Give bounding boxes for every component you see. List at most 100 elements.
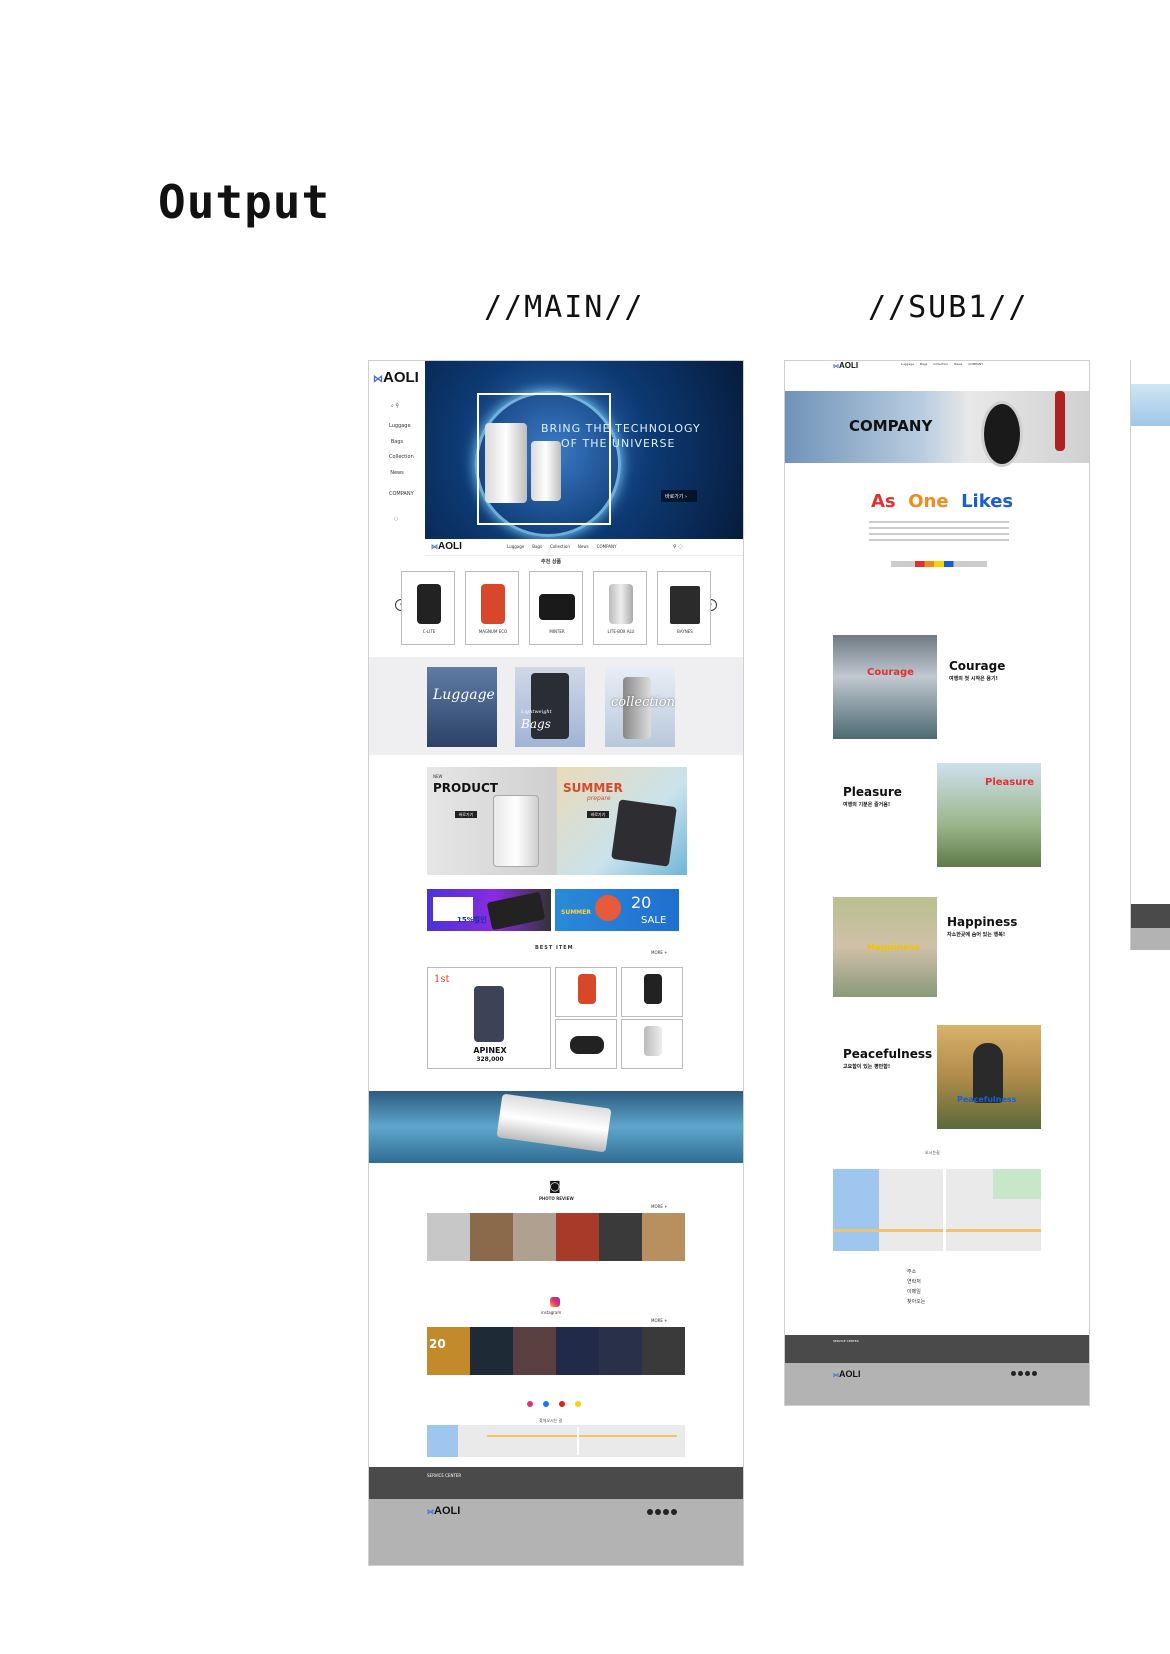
courage-subtitle: 여행의 첫 시작은 용기! bbox=[949, 676, 998, 682]
location-map[interactable] bbox=[427, 1425, 685, 1457]
hero-button[interactable]: 바로가기 › bbox=[661, 490, 697, 502]
new-product-promo[interactable]: NEW PRODUCT 바로가기 bbox=[427, 767, 557, 875]
sub1-location-map[interactable] bbox=[833, 1169, 1041, 1251]
new-product-button[interactable]: 바로가기 bbox=[455, 811, 477, 818]
footer-social-icon[interactable] bbox=[647, 1509, 653, 1515]
photo-review-more-link[interactable]: MORE + bbox=[651, 1204, 668, 1210]
best-item-title: BEST ITEM bbox=[535, 945, 574, 951]
pleasure-image: Pleasure bbox=[937, 763, 1041, 867]
recommended-title: 추천 상품 bbox=[541, 559, 562, 565]
product-card[interactable]: BAYNES bbox=[657, 571, 711, 645]
best-item-card[interactable] bbox=[555, 1019, 617, 1069]
facebook-icon[interactable] bbox=[543, 1401, 549, 1407]
summer-button[interactable]: 바로가기 bbox=[587, 811, 609, 818]
aoli-logo-icon: ⋈ bbox=[373, 374, 383, 385]
product-card[interactable]: MAGNUM ECO bbox=[465, 571, 519, 645]
sub1-footer-dark: SERVICE CENTER bbox=[785, 1335, 1089, 1363]
sub1-nav-news[interactable]: News bbox=[954, 362, 962, 367]
top-nav-luggage[interactable]: Luggage bbox=[507, 544, 524, 550]
sidebar-item-collection[interactable]: Collection bbox=[389, 450, 414, 466]
hero-suitcase-small bbox=[531, 441, 561, 501]
photo-review-strip bbox=[427, 1213, 685, 1261]
sidebar-item-news[interactable]: News bbox=[389, 466, 405, 482]
product-name: C-LITE bbox=[422, 629, 436, 634]
sidebar-item-company[interactable]: COMPANY bbox=[389, 491, 414, 497]
hero-suitcase-large bbox=[485, 423, 527, 503]
footer-social-icon[interactable] bbox=[1011, 1371, 1016, 1376]
photo-review-title: PHOTO REVIEW bbox=[539, 1196, 574, 1201]
top-nav-bags[interactable]: Bags bbox=[532, 544, 542, 550]
footer-social-icon[interactable] bbox=[1032, 1371, 1037, 1376]
happiness-image: Happiness bbox=[833, 897, 937, 997]
happiness-subtitle: 자소한곳에 숨어 있는 행복! bbox=[947, 932, 1006, 938]
sub1-nav-bags[interactable]: Bags bbox=[920, 362, 927, 367]
best-item-card[interactable] bbox=[621, 967, 683, 1017]
sub1-headline: As One Likes bbox=[871, 491, 1014, 512]
page-title: Output bbox=[158, 175, 331, 229]
footer-social-icon[interactable] bbox=[655, 1509, 661, 1515]
sub1-intro-text bbox=[869, 517, 1009, 557]
best-item-card[interactable] bbox=[621, 1019, 683, 1069]
product-name: LITE-BOX ALU bbox=[607, 629, 635, 634]
hero-line2: OF THE UNIVERSE bbox=[561, 437, 676, 450]
aoli-logo-icon: ⋈ bbox=[431, 544, 438, 551]
footer-social-icon[interactable] bbox=[663, 1509, 669, 1515]
hero-banner: BRING THE TECHNOLOGY OF THE UNIVERSE 바로가… bbox=[425, 361, 743, 539]
sub2-page-mockup-partial bbox=[1130, 360, 1170, 950]
banner-suitcase-wheel bbox=[981, 401, 1023, 467]
info-label-address: 주소 bbox=[907, 1269, 917, 1275]
map-title: 찾아오시는 길 bbox=[539, 1418, 563, 1423]
main-footer-dark: SERVICE CENTER bbox=[369, 1467, 743, 1499]
top-nav-collection[interactable]: Collection bbox=[550, 544, 570, 550]
instagram-feed: 20 bbox=[427, 1327, 685, 1375]
product-name: BAYNES bbox=[677, 629, 693, 634]
sub1-nav-company[interactable]: COMPANY bbox=[968, 362, 983, 367]
sub1-footer-brand: AOLI bbox=[839, 1369, 861, 1379]
company-banner-title: COMPANY bbox=[849, 417, 933, 435]
sub1-page-mockup: ⋈AOLI Luggage Bags Collection News COMPA… bbox=[784, 360, 1090, 1406]
category-luggage[interactable]: Luggage bbox=[427, 667, 497, 747]
courage-title: Courage bbox=[949, 659, 1006, 673]
main-footer-light: ⋈AOLI bbox=[369, 1499, 743, 1565]
peacefulness-title: Peacefulness bbox=[843, 1047, 933, 1061]
pleasure-title: Pleasure bbox=[843, 785, 902, 799]
category-collection[interactable]: collection bbox=[605, 667, 675, 747]
product-card[interactable]: MINTER bbox=[529, 571, 583, 645]
kakao-icon[interactable] bbox=[575, 1401, 581, 1407]
sidebar-item-luggage[interactable]: Luggage bbox=[389, 419, 411, 435]
product-card[interactable]: C-LITE bbox=[401, 571, 455, 645]
footer-social-icon[interactable] bbox=[671, 1509, 677, 1515]
best-item-card[interactable] bbox=[555, 967, 617, 1017]
top-nav-brand: AOLI bbox=[438, 541, 462, 552]
summer-promo[interactable]: SUMMER prepare 바로가기 bbox=[557, 767, 687, 875]
sidebar-search-icon[interactable]: ⌕ ⚲ bbox=[391, 403, 399, 409]
footer-social-icon[interactable] bbox=[1025, 1371, 1030, 1376]
main-column-heading: //MAIN// bbox=[484, 290, 645, 325]
youtube-icon[interactable] bbox=[559, 1401, 565, 1407]
top-nav-company[interactable]: COMPANY bbox=[597, 544, 617, 550]
sub1-nav-collection[interactable]: Collection bbox=[933, 362, 948, 367]
summer-sale-banner[interactable]: SUMMER 20 SALE bbox=[555, 889, 679, 931]
top-nav-search-icon[interactable]: ⚲ ◌ bbox=[673, 544, 683, 550]
instagram-more-link[interactable]: MORE + bbox=[651, 1318, 668, 1324]
card-discount-banner[interactable]: 15%할인 bbox=[427, 889, 551, 931]
category-bags[interactable]: Lightweight Bags bbox=[515, 667, 585, 747]
sidebar-user-icon[interactable]: ◌ bbox=[394, 516, 398, 522]
footer-social-icon[interactable] bbox=[1018, 1371, 1023, 1376]
hero-line1: BRING THE TECHNOLOGY bbox=[541, 422, 701, 435]
top-nav-news[interactable]: News bbox=[578, 544, 589, 550]
sub1-nav-luggage[interactable]: Luggage bbox=[901, 362, 914, 367]
instagram-social-icon[interactable] bbox=[527, 1401, 533, 1407]
main-top-nav: ⋈AOLI Luggage Bags Collection News COMPA… bbox=[425, 539, 743, 556]
product-card[interactable]: LITE-BOX ALU bbox=[593, 571, 647, 645]
sub1-color-keywords bbox=[891, 561, 987, 567]
sidebar-item-bags[interactable]: Bags bbox=[389, 435, 405, 451]
main-page-mockup: ⋈AOLI ⌕ ⚲ Luggage Bags Collection News C… bbox=[368, 360, 744, 1566]
product-name: MAGNUM ECO bbox=[478, 629, 508, 634]
sidebar-brand: AOLI bbox=[383, 369, 419, 386]
best-item-more-link[interactable]: MORE + bbox=[651, 950, 668, 956]
instagram-title: instagram bbox=[541, 1310, 562, 1315]
sub1-map-title: 오시는길 bbox=[925, 1150, 940, 1155]
peacefulness-subtitle: 고요함이 있는 평안함! bbox=[843, 1064, 891, 1070]
best-item-first[interactable]: 1st APINEX 328,000 bbox=[427, 967, 551, 1069]
